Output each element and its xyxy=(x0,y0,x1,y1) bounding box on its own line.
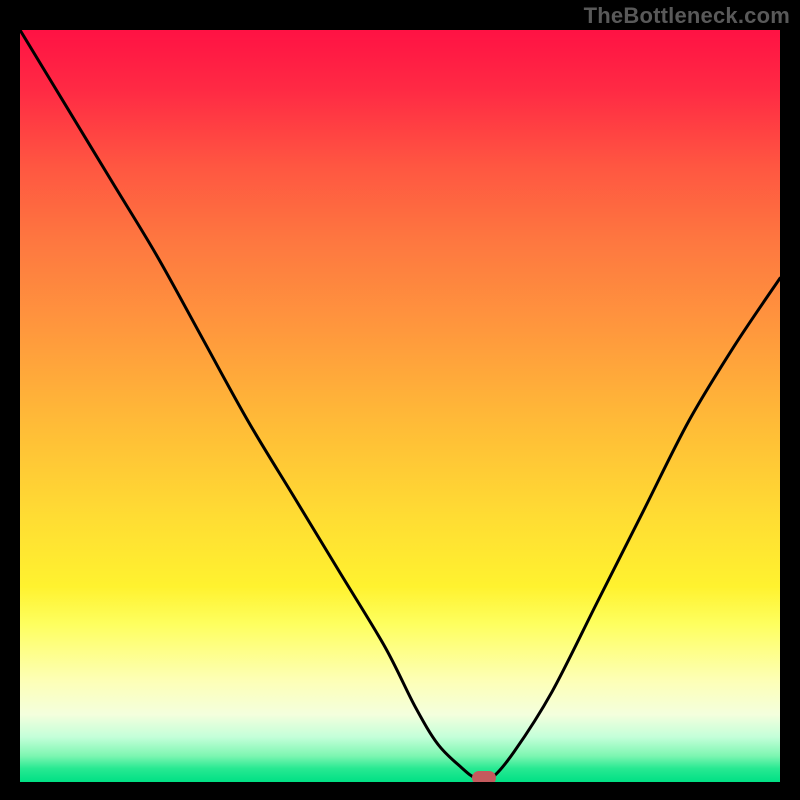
bottleneck-curve-path xyxy=(20,30,780,781)
optimal-point-marker xyxy=(472,771,496,782)
plot-area xyxy=(20,30,780,782)
chart-frame: TheBottleneck.com xyxy=(0,0,800,800)
curve-svg xyxy=(20,30,780,782)
watermark-text: TheBottleneck.com xyxy=(584,3,790,29)
